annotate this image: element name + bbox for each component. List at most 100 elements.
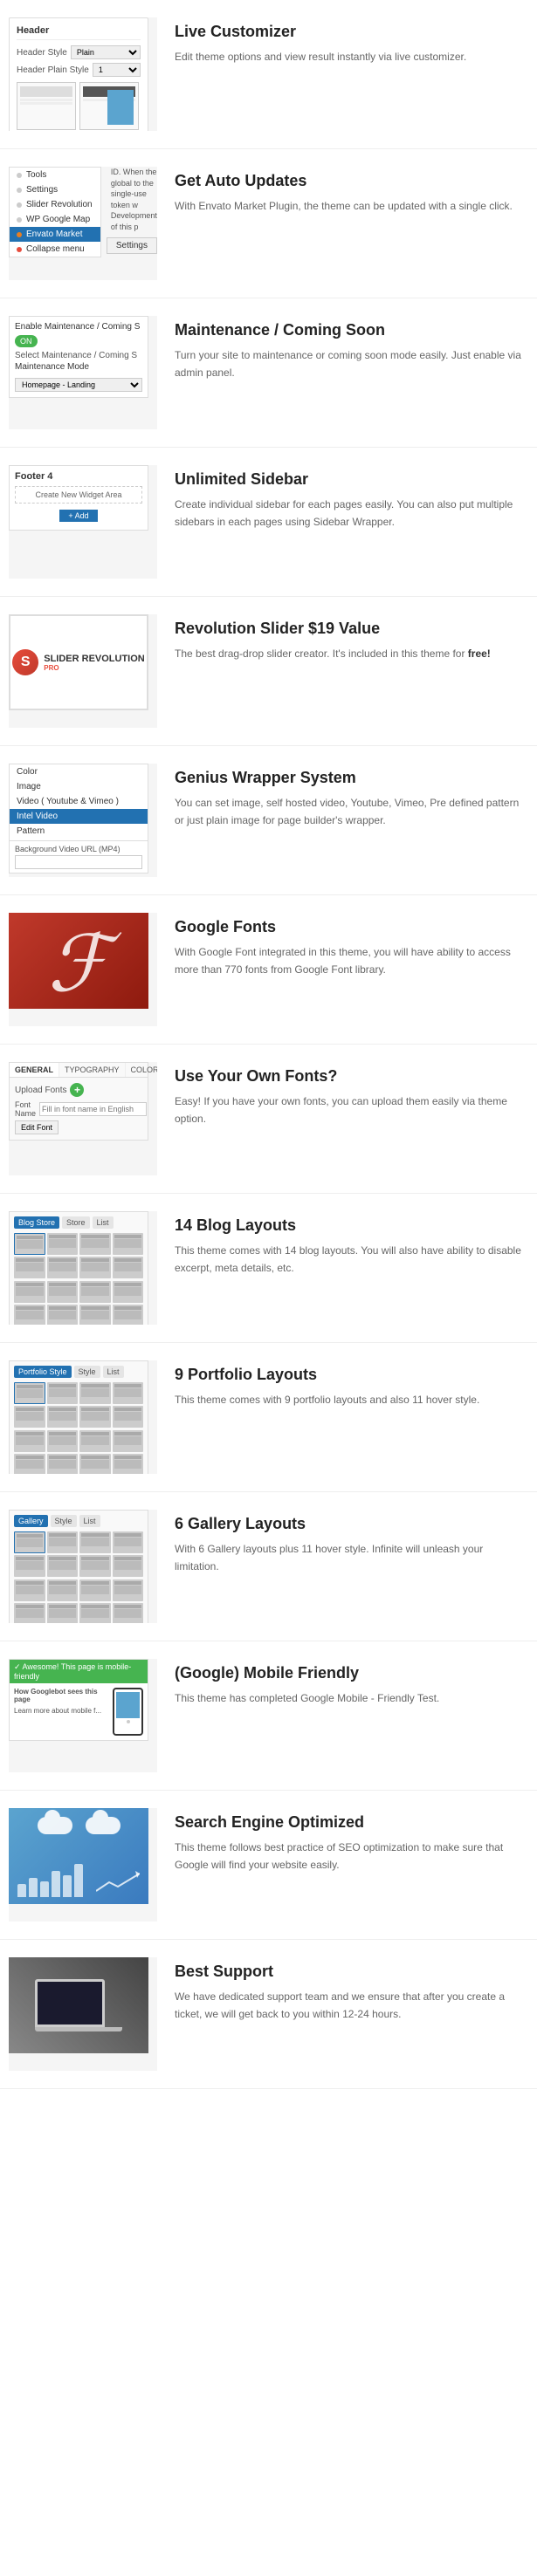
blog-tab-2[interactable]: List [93, 1216, 114, 1229]
layout-thumb2-1[interactable] [47, 1430, 79, 1452]
add-button[interactable]: + Add [59, 510, 97, 522]
feature-row-sidebar: Footer 4 Create New Widget Area + Add Un… [0, 448, 537, 597]
layout-thumb-3[interactable] [113, 1233, 144, 1255]
layout-thumb2-2[interactable] [79, 1430, 111, 1452]
layout-thumb-2[interactable] [79, 1382, 111, 1404]
wrapper-image[interactable]: Image [10, 779, 148, 794]
feature-row-genius-wrapper: Color Image Video ( Youtube & Vimeo ) In… [0, 746, 537, 895]
layout-thumb-5[interactable] [47, 1257, 79, 1278]
layout-thumb-7[interactable] [113, 1555, 144, 1577]
header-plain-select[interactable]: 1 [93, 63, 141, 77]
free-text: free! [468, 647, 491, 660]
layout-thumb-4[interactable] [14, 1406, 45, 1428]
layout-thumb-6[interactable] [79, 1406, 111, 1428]
layout-thumb2-4[interactable] [14, 1454, 45, 1474]
tools-item-settings[interactable]: Settings [10, 182, 100, 197]
layout-thumb-4[interactable] [14, 1257, 45, 1278]
layout-thumb2-5[interactable] [47, 1454, 79, 1474]
layout-thumb-5[interactable] [47, 1406, 79, 1428]
layout-thumb2-3[interactable] [113, 1579, 144, 1601]
feature-image-mobile-friendly: ✓ Awesome! This page is mobile-friendly … [9, 1659, 157, 1772]
wrapper-pattern[interactable]: Pattern [10, 824, 148, 839]
layout-thumb-2[interactable] [79, 1531, 111, 1553]
wrapper-color[interactable]: Color [10, 764, 148, 779]
layout-thumb2-0[interactable] [14, 1579, 45, 1601]
feature-image-maintenance: Enable Maintenance / Coming S ON Select … [9, 316, 157, 429]
layout-thumb2-0[interactable] [14, 1281, 45, 1303]
layout-thumb2-0[interactable] [14, 1430, 45, 1452]
blog-tab-0[interactable]: Blog Store [14, 1216, 59, 1229]
tools-item-collapse[interactable]: Collapse menu [10, 242, 100, 257]
layout-thumb2-5[interactable] [47, 1603, 79, 1623]
layout-thumb-0[interactable] [14, 1531, 45, 1553]
feature-text-google-fonts: Google FontsWith Google Font integrated … [175, 913, 528, 978]
layout-thumb-3[interactable] [113, 1531, 144, 1553]
tab-color[interactable]: COLOR [126, 1063, 157, 1077]
layout-thumb2-6[interactable] [79, 1305, 111, 1325]
layout-thumb-7[interactable] [113, 1257, 144, 1278]
layout-thumb2-4[interactable] [14, 1603, 45, 1623]
header-style-select[interactable]: Plain [71, 45, 141, 59]
settings-button[interactable]: Settings [107, 237, 157, 254]
tools-item-slider[interactable]: Slider Revolution [10, 197, 100, 212]
layout-thumb2-7[interactable] [113, 1305, 144, 1325]
seo-bar-2 [29, 1878, 38, 1897]
layout-thumb2-7[interactable] [113, 1603, 144, 1623]
layout-thumb-3[interactable] [113, 1382, 144, 1404]
tab-typography[interactable]: TYPOGRAPHY [59, 1063, 126, 1077]
wrapper-intel-video[interactable]: Intel Video [10, 809, 148, 824]
blog-tab-1[interactable]: Store [62, 1216, 90, 1229]
tools-item-envato[interactable]: Envato Market [10, 227, 100, 242]
url-input[interactable] [15, 855, 142, 869]
layout-thumb2-2[interactable] [79, 1579, 111, 1601]
header-style-label: Header Style [17, 48, 67, 58]
layout-thumb-6[interactable] [79, 1257, 111, 1278]
layout-thumb2-3[interactable] [113, 1281, 144, 1303]
layout-thumb2-6[interactable] [79, 1603, 111, 1623]
layout-thumb-1[interactable] [47, 1531, 79, 1553]
portfolio-tab-0[interactable]: Portfolio Style [14, 1366, 72, 1378]
feature-image-genius-wrapper: Color Image Video ( Youtube & Vimeo ) In… [9, 764, 157, 877]
layout-thumb-4[interactable] [14, 1555, 45, 1577]
upload-plus-icon[interactable]: + [70, 1083, 84, 1097]
seo-trend-arrow [96, 1869, 140, 1895]
layout-thumb-7[interactable] [113, 1406, 144, 1428]
wrapper-video-yt[interactable]: Video ( Youtube & Vimeo ) [10, 794, 148, 809]
slider-dot [17, 202, 22, 208]
layout-thumb-1[interactable] [47, 1233, 79, 1255]
layout-thumb2-1[interactable] [47, 1281, 79, 1303]
tab-general[interactable]: GENERAL [10, 1063, 59, 1077]
font-name-input[interactable] [39, 1102, 147, 1116]
layout-thumb2-4[interactable] [14, 1305, 45, 1325]
layout-thumb2-2[interactable] [79, 1281, 111, 1303]
layout-thumb2-5[interactable] [47, 1305, 79, 1325]
feature-image-custom-fonts: GENERAL TYPOGRAPHY COLOR WID... Upload F… [9, 1062, 157, 1175]
gallery-tab-2[interactable]: List [79, 1515, 100, 1527]
layout-thumb2-3[interactable] [113, 1430, 144, 1452]
page-select[interactable]: Homepage - Landing [15, 378, 142, 392]
mobile-left-text1: How Googlebot sees this page [14, 1688, 109, 1703]
layout-thumb2-1[interactable] [47, 1579, 79, 1601]
toggle-on[interactable]: ON [15, 335, 38, 347]
layout-thumb2-6[interactable] [79, 1454, 111, 1474]
feature-title-live-customizer: Live Customizer [175, 22, 528, 42]
seo-bar-5 [63, 1875, 72, 1897]
edit-font-button[interactable]: Edit Font [15, 1120, 59, 1134]
layout-thumb-6[interactable] [79, 1555, 111, 1577]
portfolio-tab-2[interactable]: List [103, 1366, 124, 1378]
support-bg [9, 1957, 148, 2053]
feature-title-slider-revolution: Revolution Slider $19 Value [175, 619, 528, 639]
layout-thumb-2[interactable] [79, 1233, 111, 1255]
phone-dot [127, 1720, 130, 1723]
layout-thumb-1[interactable] [47, 1382, 79, 1404]
tools-item-maps[interactable]: WP Google Map [10, 212, 100, 227]
gallery-tab-1[interactable]: Style [51, 1515, 77, 1527]
portfolio-tab-1[interactable]: Style [74, 1366, 100, 1378]
layout-thumb-5[interactable] [47, 1555, 79, 1577]
feature-text-blog-layouts: 14 Blog LayoutsThis theme comes with 14 … [175, 1211, 528, 1277]
layout-thumb-0[interactable] [14, 1233, 45, 1255]
layout-thumb-0[interactable] [14, 1382, 45, 1404]
layout-thumb2-7[interactable] [113, 1454, 144, 1474]
tools-item-tools[interactable]: Tools [10, 168, 100, 182]
gallery-tab-0[interactable]: Gallery [14, 1515, 48, 1527]
